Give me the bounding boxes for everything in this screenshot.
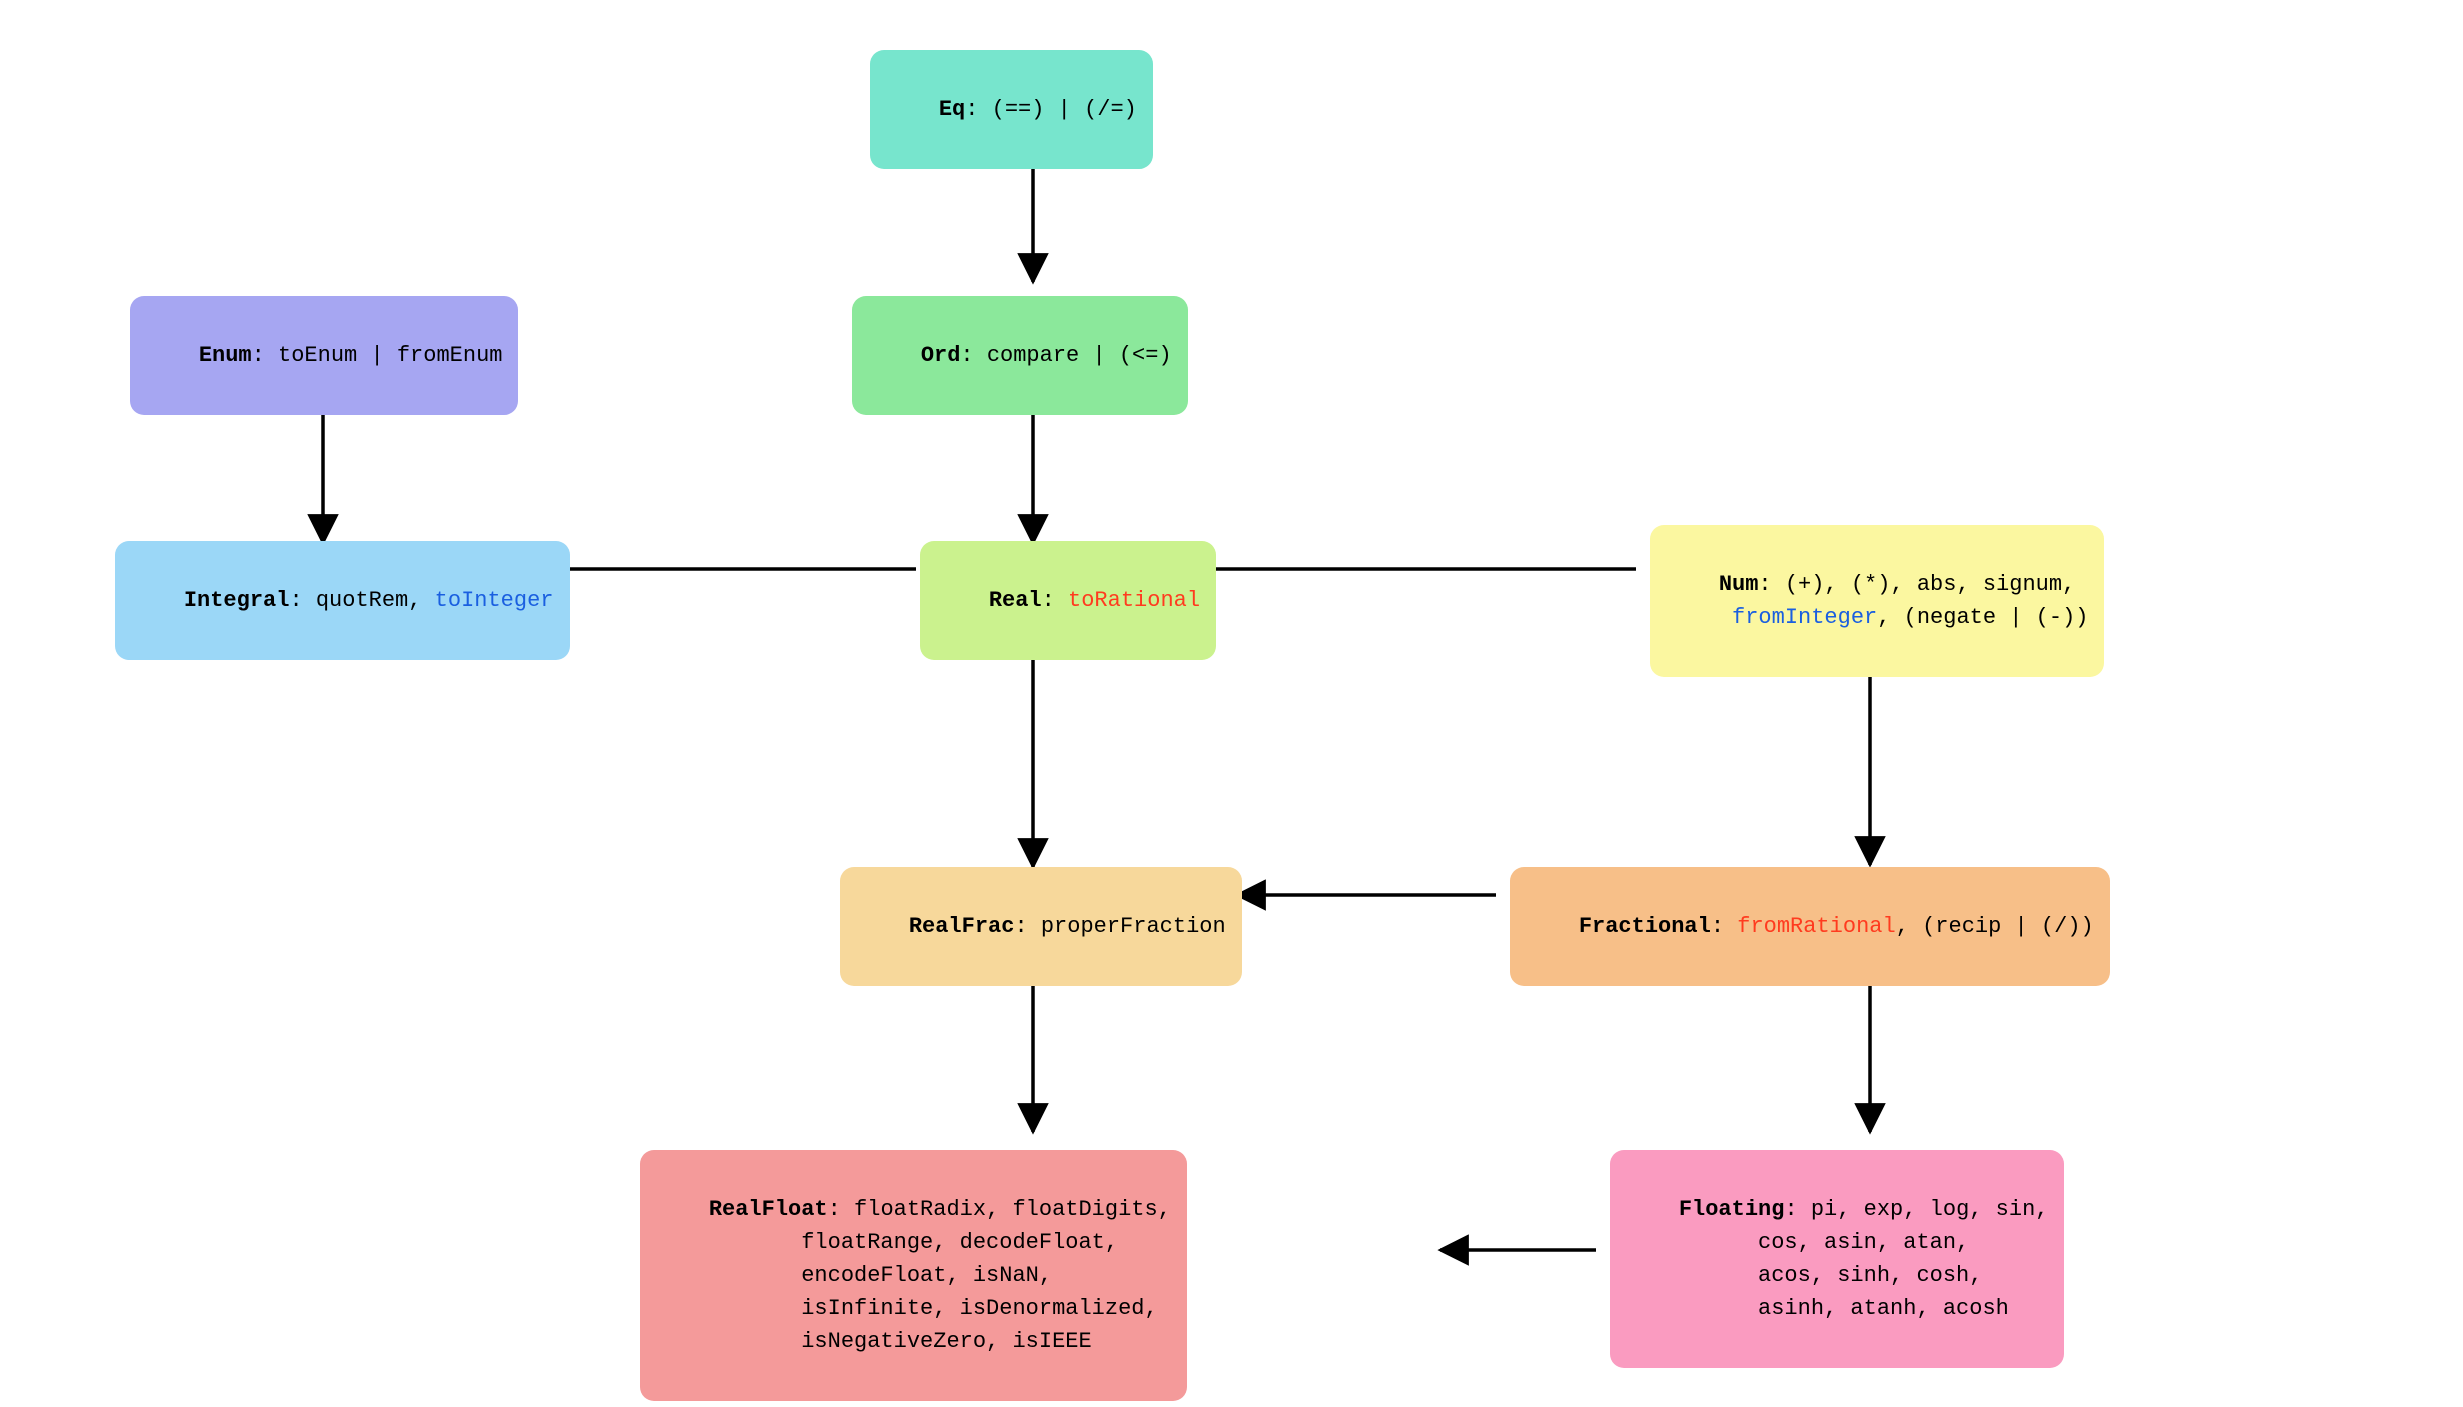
class-sep: : <box>1758 572 1771 597</box>
class-sep: : <box>1711 914 1724 939</box>
node-realfrac: RealFrac: properFraction <box>840 867 1242 986</box>
class-name: Ord <box>921 343 961 368</box>
conv-func: toRational <box>1068 588 1200 613</box>
class-sep: : <box>965 97 978 122</box>
class-name: Real <box>989 588 1042 613</box>
class-body: quotRem, <box>303 588 435 613</box>
class-sep: : <box>252 343 265 368</box>
class-sep: : <box>1042 588 1055 613</box>
edges-layer <box>0 0 2463 1407</box>
class-name: RealFrac <box>909 914 1015 939</box>
conv-func: fromRational <box>1737 914 1895 939</box>
diagram-canvas: Eq: (==) | (/=) Ord: compare | (<=) Enum… <box>0 0 2463 1407</box>
class-sep: : <box>289 588 302 613</box>
class-name: Integral <box>184 588 290 613</box>
class-sep: : <box>1784 1197 1797 1222</box>
class-sep: : <box>828 1197 841 1222</box>
class-tail: , (recip | (/)) <box>1896 914 2094 939</box>
node-real: Real: toRational <box>920 541 1216 660</box>
class-tail: , (negate | (-)) <box>1877 605 2088 630</box>
class-name: Enum <box>199 343 252 368</box>
class-sep: : <box>960 343 973 368</box>
node-floating: Floating: pi, exp, log, sin, cos, asin, … <box>1610 1150 2064 1368</box>
class-body: (==) | (/=) <box>978 97 1136 122</box>
class-name: Num <box>1719 572 1759 597</box>
class-body: properFraction <box>1028 914 1226 939</box>
class-body <box>1724 914 1737 939</box>
node-enum: Enum: toEnum | fromEnum <box>130 296 518 415</box>
class-body <box>1055 588 1068 613</box>
class-name: Fractional <box>1579 914 1711 939</box>
class-body: compare | (<=) <box>974 343 1172 368</box>
class-name: RealFloat <box>709 1197 828 1222</box>
conv-func: toInteger <box>435 588 554 613</box>
node-integral: Integral: quotRem, toInteger <box>115 541 570 660</box>
node-num: Num: (+), (*), abs, signum, fromInteger,… <box>1650 525 2104 677</box>
conv-func: fromInteger <box>1732 605 1877 630</box>
node-realfloat: RealFloat: floatRadix, floatDigits, floa… <box>640 1150 1187 1401</box>
class-body: toEnum | fromEnum <box>265 343 503 368</box>
class-name: Floating <box>1679 1197 1785 1222</box>
node-fractional: Fractional: fromRational, (recip | (/)) <box>1510 867 2110 986</box>
node-ord: Ord: compare | (<=) <box>852 296 1188 415</box>
class-sep: : <box>1014 914 1027 939</box>
node-eq: Eq: (==) | (/=) <box>870 50 1153 169</box>
class-name: Eq <box>939 97 965 122</box>
